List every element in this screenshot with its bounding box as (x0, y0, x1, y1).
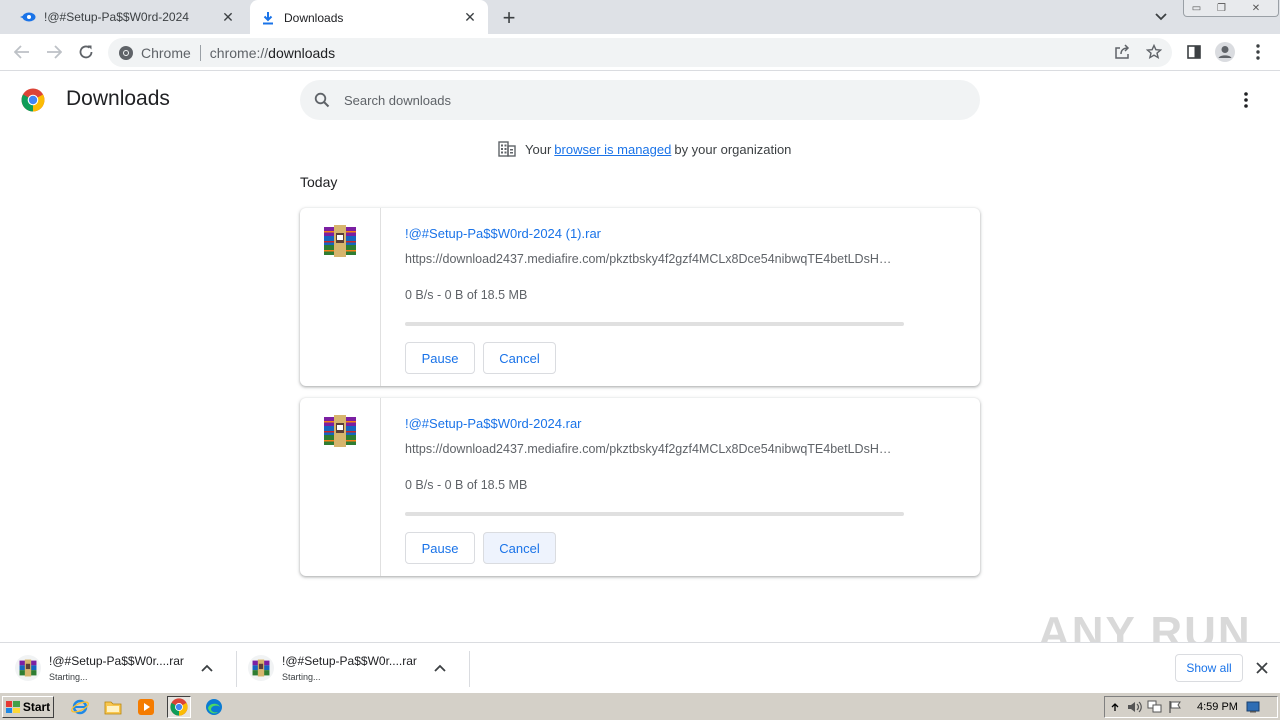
shelf-download-item[interactable]: !@#Setup-Pa$$W0r....rar Starting... (15, 649, 217, 687)
chrome-logo-icon (21, 88, 45, 112)
side-panel-icon[interactable] (1183, 41, 1205, 63)
network-icon[interactable] (1145, 698, 1165, 716)
back-arrow-icon[interactable] (10, 40, 34, 64)
browser-toolbar: Chrome chrome://downloads (0, 34, 1280, 71)
shelf-item-name: !@#Setup-Pa$$W0r....rar (49, 654, 184, 668)
winrar-archive-icon (15, 655, 41, 681)
shelf-item-status: Starting... (282, 672, 321, 682)
tab-strip: !@#Setup-Pa$$W0rd-2024 ✕ Downloads ✕ + ▭… (0, 0, 1280, 35)
site-chip-label: Chrome (141, 44, 191, 61)
browser-menu-icon[interactable] (1247, 41, 1269, 63)
close-tab-icon[interactable]: ✕ (218, 7, 238, 27)
bookmark-star-icon[interactable] (1144, 42, 1164, 62)
url-scheme: chrome:// (209, 44, 269, 61)
windows-taskbar: Start 4:59 PM (0, 692, 1280, 720)
shelf-item-text: !@#Setup-Pa$$W0r....rar Starting... (49, 654, 189, 682)
window-close-icon[interactable]: ✕ (1234, 0, 1278, 16)
shelf-item-text: !@#Setup-Pa$$W0r....rar Starting... (282, 654, 422, 682)
shelf-item-name: !@#Setup-Pa$$W0r....rar (282, 654, 417, 668)
share-icon[interactable] (1112, 42, 1132, 62)
start-button[interactable]: Start (2, 696, 54, 718)
show-desktop-icon[interactable] (1243, 698, 1263, 716)
managed-prefix: Your (525, 141, 552, 157)
winrar-archive-icon (248, 655, 274, 681)
tab-downloads[interactable]: Downloads ✕ (250, 0, 488, 35)
winrar-archive-icon (323, 225, 357, 257)
download-card: !@#Setup-Pa$$W0rd-2024 (1).rar https://d… (300, 208, 980, 386)
download-shelf: !@#Setup-Pa$$W0r....rar Starting... !@#S… (0, 642, 1280, 692)
reload-icon[interactable] (74, 40, 98, 64)
start-label: Start (22, 700, 51, 714)
cancel-button[interactable]: Cancel (483, 342, 556, 374)
media-player-icon[interactable] (134, 696, 158, 718)
show-all-button[interactable]: Show all (1175, 654, 1243, 682)
new-tab-plus-icon[interactable]: + (497, 5, 521, 30)
pause-button[interactable]: Pause (405, 342, 475, 374)
managed-suffix: by your organization (674, 141, 792, 157)
search-input[interactable] (344, 92, 944, 108)
restore-icon[interactable]: ❐ (1209, 0, 1234, 16)
file-source-url[interactable]: https://download2437.mediafire.com/pkztb… (405, 252, 905, 266)
edge-blue-icon (20, 9, 36, 25)
download-status: 0 B/s - 0 B of 18.5 MB (405, 478, 528, 492)
download-card: !@#Setup-Pa$$W0rd-2024.rar https://downl… (300, 398, 980, 576)
tab-title: !@#Setup-Pa$$W0rd-2024 (44, 10, 189, 24)
windows-flag-icon (5, 701, 20, 713)
tab-setup-password[interactable]: !@#Setup-Pa$$W0rd-2024 ✕ (8, 0, 246, 34)
file-name-link[interactable]: !@#Setup-Pa$$W0rd-2024.rar (405, 416, 582, 431)
shelf-download-item[interactable]: !@#Setup-Pa$$W0r....rar Starting... (248, 649, 450, 687)
managed-notice: Your browser is managed by your organiza… (498, 141, 791, 157)
site-info-chip[interactable]: Chrome (118, 45, 191, 61)
page-title: Downloads (66, 87, 170, 110)
address-bar[interactable]: Chrome chrome://downloads (108, 38, 1172, 67)
window-controls: ▭ ❐ ✕ (1183, 0, 1279, 17)
more-actions-icon[interactable] (1236, 90, 1256, 110)
action-center-flag-icon[interactable] (1165, 698, 1185, 716)
internet-explorer-icon[interactable] (68, 696, 92, 718)
close-shelf-icon[interactable] (1252, 658, 1272, 678)
omnibox-separator (199, 44, 201, 61)
system-tray: 4:59 PM (1104, 696, 1278, 718)
edge-taskbar-icon[interactable] (202, 696, 226, 718)
shelf-item-status: Starting... (49, 672, 88, 682)
download-arrow-icon (260, 10, 276, 26)
tray-expand-icon[interactable] (1105, 698, 1125, 716)
chevron-up-icon[interactable] (197, 658, 217, 678)
tab-search-chevron-icon[interactable] (1150, 6, 1172, 28)
winrar-archive-icon (323, 415, 357, 447)
date-section-label: Today (300, 174, 338, 190)
browser-managed-link[interactable]: browser is managed (554, 142, 671, 157)
download-progress-bar (405, 512, 904, 516)
chrome-taskbar-icon[interactable] (167, 696, 191, 718)
search-icon (314, 92, 330, 108)
volume-icon[interactable] (1125, 698, 1145, 716)
minimize-icon[interactable]: ▭ (1184, 0, 1209, 16)
forward-arrow-icon[interactable] (42, 40, 66, 64)
url-host: downloads (268, 44, 336, 61)
taskbar-clock: 4:59 PM (1197, 701, 1238, 713)
tab-title: Downloads (284, 10, 344, 25)
close-tab-icon[interactable]: ✕ (460, 8, 480, 28)
file-source-url[interactable]: https://download2437.mediafire.com/pkztb… (405, 442, 905, 456)
file-name-link[interactable]: !@#Setup-Pa$$W0rd-2024 (1).rar (405, 226, 601, 241)
profile-avatar-icon[interactable] (1214, 41, 1236, 63)
search-bar[interactable] (300, 80, 980, 120)
download-status: 0 B/s - 0 B of 18.5 MB (405, 288, 528, 302)
chevron-up-icon[interactable] (430, 658, 450, 678)
building-icon (498, 141, 516, 157)
shelf-divider (469, 651, 470, 687)
file-explorer-icon[interactable] (101, 696, 125, 718)
shelf-divider (236, 651, 237, 687)
chrome-site-icon (119, 45, 133, 60)
download-progress-bar (405, 322, 904, 326)
cancel-button[interactable]: Cancel (483, 532, 556, 564)
pause-button[interactable]: Pause (405, 532, 475, 564)
